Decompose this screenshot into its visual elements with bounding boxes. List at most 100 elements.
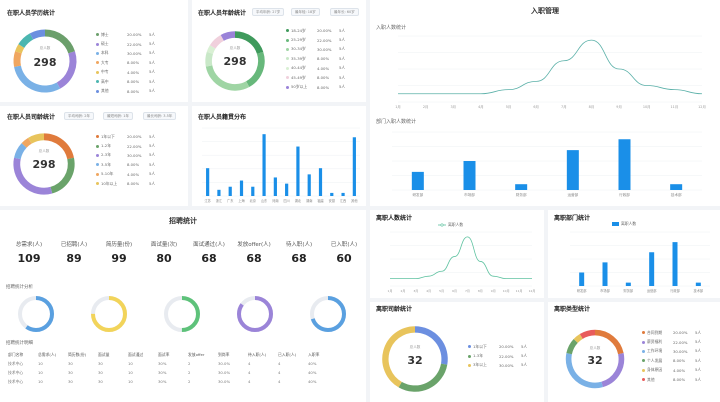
x-tick-label: 9月 (491, 289, 496, 293)
age-center-label: 总人数 (229, 46, 241, 50)
legend-item: 3-5年 8.00% 5人 (96, 160, 155, 169)
table-cell: 4 (278, 370, 281, 375)
bar (262, 134, 266, 196)
legend-name: 其他 (647, 376, 655, 382)
metric-card: 已入职(人) 60 (316, 240, 372, 265)
donut-slice (43, 133, 74, 160)
table-cell: 技术中心 (8, 378, 24, 384)
x-tick-label: 10月 (503, 289, 510, 293)
bar (566, 150, 579, 190)
panel-education: 在职人员学历统计 总人数 298 博士 20.00% 5人 硕士 22.00% 5人 本科 3… (0, 0, 188, 102)
x-tick-label: 8月 (478, 289, 483, 293)
legend-count: 5人 (339, 74, 346, 80)
table-row[interactable]: 技术中心 10 30 30 10 30% 2 30.0% 4 4 40% (8, 368, 338, 377)
legend-pct: 20.00% (127, 32, 142, 38)
x-tick-label: 5月 (506, 105, 512, 109)
legend-item: 薪资福利 22.00% 5人 (642, 337, 701, 346)
donut-slice (398, 363, 448, 392)
legend-pct: 8.00% (317, 75, 330, 81)
legend-count: 5人 (695, 357, 702, 363)
legend-count: 5人 (149, 143, 156, 149)
legend-name: 40-44岁 (291, 65, 306, 71)
x-tick-label: 上海 (238, 198, 245, 203)
legend-pct: 22.00% (499, 353, 514, 359)
x-tick-label: 财务部 (624, 288, 634, 293)
legend-pct: 22.00% (127, 143, 142, 149)
table-cell: 4 (248, 370, 251, 375)
panel-age: 在职人员年龄统计 平均年龄: 27岁 最年轻: 18岁 最年长: 60岁 总人数… (192, 0, 366, 102)
legend-count: 5人 (339, 46, 346, 52)
legend-count: 5人 (339, 27, 346, 33)
legend-pct: 8.00% (317, 84, 330, 90)
x-tick-label: 1月 (395, 105, 401, 109)
legend-count: 5人 (339, 65, 346, 71)
legend-pct: 8.00% (317, 56, 330, 62)
legend-item: 1年以下 20.00% 5人 (468, 342, 527, 351)
x-tick-label: 1月 (388, 289, 393, 293)
onboarding-bar-chart: 研发部 市场部 财务部 运营部 行政部 技术部 (392, 131, 702, 197)
legend-name: 中专 (101, 69, 109, 75)
table-cell: 2 (188, 379, 191, 384)
x-tick-label: 3月 (413, 289, 418, 293)
table-row[interactable]: 技术中心 10 30 30 10 30% 2 30.0% 4 4 40% (8, 359, 338, 368)
x-tick-label: 2月 (423, 105, 429, 109)
table-row[interactable]: 技术中心 10 30 30 10 30% 2 30.0% 4 4 40% (8, 377, 338, 386)
legend-dot (286, 47, 289, 51)
bar (239, 180, 244, 196)
legend-dot (642, 340, 645, 344)
bar (318, 168, 323, 196)
legend-item: 30-34岁 30.00% 5人 (286, 45, 345, 54)
legend-name: 本科 (101, 50, 109, 56)
legend-pct: 8.00% (673, 358, 686, 364)
legend-dot (96, 172, 99, 176)
legend-name: 5-10年 (101, 171, 114, 177)
legend-item: 1-3年 22.00% 5人 (468, 351, 527, 360)
legend-item: 中专 4.00% 5人 (96, 68, 155, 77)
donut-slice (28, 133, 45, 144)
legend-dot (96, 89, 99, 93)
legend-pct: 20.00% (499, 344, 514, 350)
legend-dot (468, 363, 471, 367)
legend-dot (468, 345, 471, 349)
bar (228, 186, 232, 196)
legend-dot (468, 354, 471, 358)
legend-name: 30-34岁 (291, 46, 306, 52)
table-cell: 30 (98, 361, 103, 366)
age-tag-max: 最年长: 60岁 (330, 8, 359, 16)
table-header-cell: 面试通过 (128, 351, 144, 357)
legend-name: 1年以下 (473, 343, 487, 349)
legend-item: 3年以上 30.00% 5人 (468, 361, 527, 370)
legend-name: 1年以下 (101, 133, 115, 139)
legend-count: 5人 (149, 88, 156, 94)
legend-item: 其他 8.00% 5人 (96, 86, 155, 95)
age-legend: 18-24岁 20.00% 5人 25-29岁 22.00% 5人 30-34岁 30.00%… (286, 26, 345, 92)
x-tick-label: 安徽 (329, 198, 336, 203)
legend-pct: 20.00% (127, 134, 142, 140)
tenure-tag-avg: 平均司龄: 2年 (64, 112, 95, 120)
donut-slice (56, 51, 77, 89)
legend-name: 高中 (101, 78, 109, 84)
donut-slice (29, 29, 46, 40)
donut-slice (566, 339, 578, 355)
legend-pct: 4.00% (127, 69, 140, 75)
legend-pct: 20.00% (673, 330, 688, 336)
resign-count-line-chart: 1月 2月 3月 4月 5月 6月 7月 8月 9月 10月 11月 12月 (388, 231, 535, 293)
legend-count: 5人 (695, 367, 702, 373)
legend-dot (286, 76, 289, 80)
legend-pct: 4.00% (673, 367, 686, 373)
table-cell: 4 (278, 379, 281, 384)
x-tick-label: 8月 (589, 105, 595, 109)
bar (672, 242, 678, 286)
table-cell: 10 (128, 370, 133, 375)
tenure-tag-max: 最长司龄: 3.5年 (143, 112, 177, 120)
panel-resign-count: 离职人数统计 离职人数 1月 2月 3月 4月 5月 6月 7月 8月 9月 10月 11月 12月 (370, 210, 544, 298)
bar (670, 184, 683, 190)
legend-pct: 30.00% (127, 50, 142, 56)
x-tick-label: 11月 (671, 105, 679, 109)
bar (463, 161, 476, 190)
panel-resign-type: 离职类型统计 总人数 32 合同到期 20.00% 5人 薪资福利 22.00% 5人 工作… (548, 302, 720, 402)
x-tick-label: 4月 (426, 289, 431, 293)
x-tick-label: 其他 (351, 198, 358, 203)
x-tick-label: 10月 (643, 105, 651, 109)
legend-dot (96, 135, 99, 139)
